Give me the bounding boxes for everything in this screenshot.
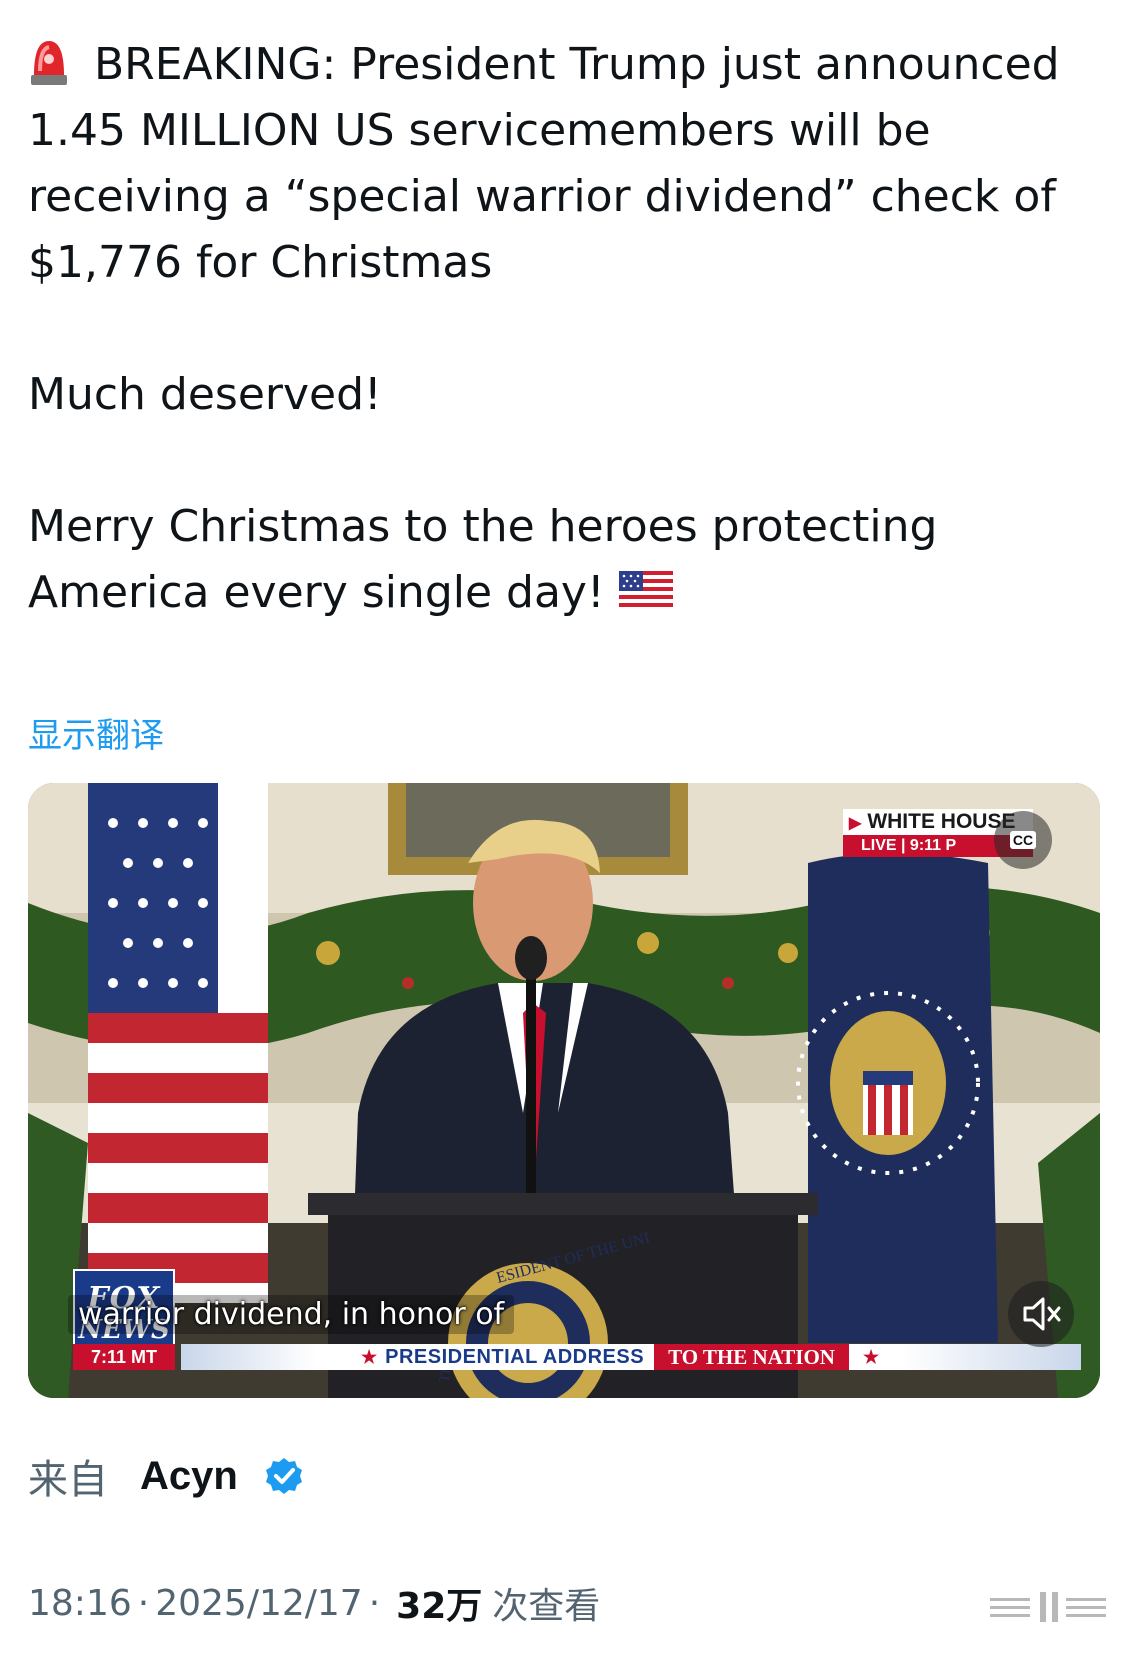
views-count: 32万	[396, 1586, 483, 1627]
source-account-name[interactable]: Acyn	[140, 1454, 238, 1499]
show-translation-link[interactable]: 显示翻译	[28, 708, 164, 757]
tweet-time: 18:16	[28, 1582, 132, 1624]
star-icon: ★	[862, 1346, 880, 1367]
tweet-paragraph-2: Much deserved!	[28, 369, 382, 420]
speaker-muted-icon	[1023, 1297, 1061, 1331]
star-icon: ★	[361, 1346, 378, 1367]
views-label: 次查看	[492, 1586, 601, 1627]
video-player[interactable]: ESIDENT OF THE UNI THE ▶WHITE HOUSE LIVE…	[28, 783, 1100, 1398]
video-caption: warrior dividend, in honor of	[68, 1295, 515, 1334]
source-attribution: 来自 Acyn	[28, 1448, 304, 1504]
tweet-metadata: 18:16 · 2025/12/17 · 32万 次查看	[28, 1578, 600, 1628]
tweet-date: 2025/12/17	[155, 1582, 363, 1624]
meta-separator: ·	[368, 1582, 381, 1624]
tweet-text: BREAKING: President Trump just announced…	[28, 32, 1108, 626]
lower-third-banner: ★ PRESIDENTIAL ADDRESS TO THE NATION ★	[181, 1344, 1081, 1370]
tweet-line-3: Merry Christmas to the heroes protecting…	[28, 501, 938, 618]
source-prefix: 来自	[28, 1457, 108, 1503]
banner-main-text: PRESIDENTIAL ADDRESS	[385, 1345, 645, 1368]
tweet-paragraph-3: Merry Christmas to the heroes protecting…	[28, 494, 1108, 626]
network-time: 7:11 MT	[73, 1344, 175, 1370]
banner-red-text: TO THE NATION	[654, 1344, 849, 1370]
tweet-line-1: BREAKING: President Trump just announced…	[28, 39, 1060, 288]
watermark-icon	[990, 1592, 1106, 1622]
us-flag-emoji-icon	[618, 571, 673, 611]
cc-icon: CC	[1009, 831, 1037, 849]
tweet-paragraph-1: BREAKING: President Trump just announced…	[28, 32, 1108, 296]
mute-button[interactable]	[1008, 1281, 1074, 1347]
siren-emoji-icon	[31, 41, 67, 85]
closed-captions-button[interactable]: CC	[994, 811, 1052, 869]
meta-separator: ·	[137, 1582, 150, 1624]
verified-badge-icon	[265, 1458, 302, 1494]
play-triangle-icon: ▶	[849, 815, 862, 832]
